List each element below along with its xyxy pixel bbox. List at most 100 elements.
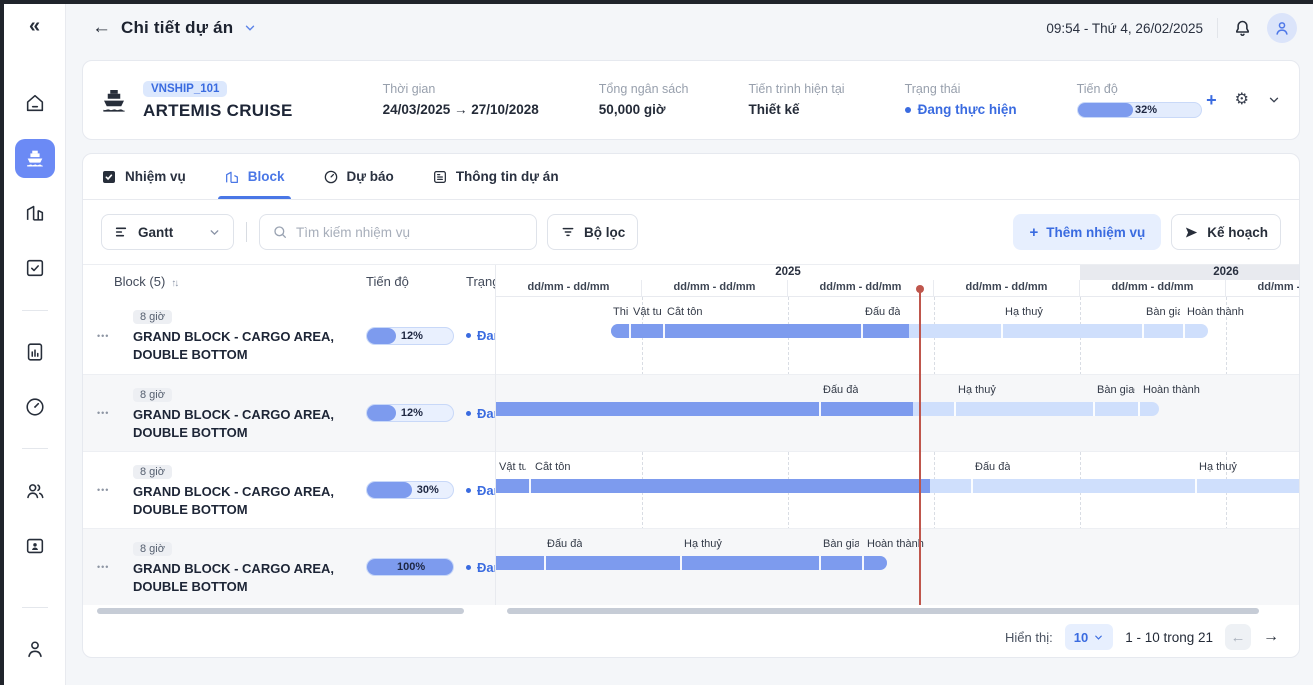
building-icon bbox=[224, 169, 240, 185]
gantt-bar-fill bbox=[496, 556, 887, 570]
gantt-bar[interactable] bbox=[611, 324, 1208, 338]
timeline-years: 2025 2026 bbox=[496, 265, 1299, 280]
year-label: 2025 bbox=[496, 266, 1080, 278]
tasks-panel: Nhiệm vụ Block Dự báo Thông tin dự án bbox=[82, 153, 1300, 658]
sidebar-item-factory[interactable] bbox=[15, 194, 55, 233]
add-icon[interactable]: + bbox=[1206, 91, 1217, 109]
gantt-bar[interactable] bbox=[496, 402, 1159, 416]
plan-button[interactable]: Kế hoạch bbox=[1171, 214, 1281, 250]
gantt-bar-fill bbox=[496, 479, 930, 493]
sort-icon[interactable]: ↑↓ bbox=[171, 278, 177, 289]
sidebar-item-profile[interactable] bbox=[15, 630, 55, 669]
gantt-bar[interactable] bbox=[496, 479, 1299, 493]
hours-badge: 8 giờ bbox=[133, 310, 172, 324]
row-status: Đang thực hiện bbox=[466, 328, 495, 343]
project-progress-bar: 32% bbox=[1077, 102, 1202, 118]
table-row[interactable]: •••8 giờGRAND BLOCK - CARGO AREA, DOUBLE… bbox=[83, 451, 495, 528]
period-cell: dd/mm - dd/mm bbox=[1226, 280, 1299, 297]
gantt-view-icon bbox=[114, 224, 130, 240]
phase-label: Bàn giao bbox=[823, 538, 859, 550]
phase-label: Bàn giao bbox=[1097, 384, 1135, 396]
gantt-grid: Block (5)↑↓ Tiến độ Trạng thái •••8 giờG… bbox=[83, 264, 1299, 605]
card-chevron-down-icon[interactable] bbox=[1267, 93, 1281, 107]
topbar-divider bbox=[1217, 18, 1218, 38]
row-menu-icon[interactable]: ••• bbox=[97, 408, 133, 418]
phase-label: Cắt tôn bbox=[535, 461, 570, 473]
bell-icon[interactable] bbox=[1232, 18, 1253, 39]
gantt-bar[interactable] bbox=[496, 556, 887, 570]
gear-icon[interactable]: ⚙ bbox=[1235, 92, 1249, 108]
sidebar-divider bbox=[22, 607, 48, 608]
title-chevron-down-icon[interactable] bbox=[243, 21, 257, 35]
add-task-label: Thêm nhiệm vụ bbox=[1046, 225, 1145, 240]
tab-block[interactable]: Block bbox=[224, 154, 285, 199]
ship-icon bbox=[99, 85, 129, 115]
status-dot bbox=[905, 107, 911, 113]
project-progress-text: 32% bbox=[1135, 104, 1157, 116]
check-square-filled-icon bbox=[101, 169, 117, 185]
table-row[interactable]: •••8 giờGRAND BLOCK - CARGO AREA, DOUBLE… bbox=[83, 374, 495, 451]
next-page-button[interactable]: → bbox=[1263, 628, 1279, 646]
sidebar: « bbox=[4, 4, 66, 685]
toolbar-divider bbox=[246, 222, 247, 242]
field-value: 24/03/2025 → 27/10/2028 bbox=[383, 102, 539, 117]
project-progress-fill bbox=[1078, 103, 1133, 117]
sidebar-item-home[interactable] bbox=[15, 84, 55, 123]
scrollbar-strip bbox=[83, 605, 1299, 617]
project-code-badge: VNSHIP_101 bbox=[143, 81, 227, 97]
column-header-block[interactable]: Block (5) bbox=[114, 274, 165, 289]
sidebar-item-reports[interactable] bbox=[15, 333, 55, 372]
field-phase: Tiến trình hiện tại Thiết kế bbox=[748, 82, 844, 118]
row-progress-fill bbox=[367, 482, 412, 498]
sidebar-item-team[interactable] bbox=[15, 471, 55, 510]
sidebar-item-contacts[interactable] bbox=[15, 526, 55, 565]
row-status: Đang thực hiện bbox=[466, 560, 495, 575]
row-progress-bar: 12% bbox=[366, 327, 454, 345]
row-menu-icon[interactable]: ••• bbox=[97, 562, 133, 572]
gantt-scrollbar[interactable] bbox=[507, 608, 1259, 614]
view-select[interactable]: Gantt bbox=[101, 214, 234, 250]
table-row[interactable]: •••8 giờGRAND BLOCK - CARGO AREA, DOUBLE… bbox=[83, 528, 495, 605]
page-size-select[interactable]: 10 bbox=[1065, 624, 1113, 650]
phase-label: Bàn giao bbox=[1146, 306, 1180, 318]
sidebar-item-projects[interactable] bbox=[15, 139, 55, 178]
table-row[interactable]: •••8 giờGRAND BLOCK - CARGO AREA, DOUBLE… bbox=[83, 297, 495, 374]
search-box[interactable] bbox=[259, 214, 537, 250]
tab-thong-tin[interactable]: Thông tin dự án bbox=[432, 154, 559, 199]
field-label: Trạng thái bbox=[905, 82, 1017, 96]
back-arrow-icon[interactable]: ← bbox=[92, 17, 111, 39]
phase-divider bbox=[1142, 324, 1144, 338]
phase-divider bbox=[819, 556, 821, 570]
avatar[interactable] bbox=[1267, 13, 1297, 43]
row-menu-icon[interactable]: ••• bbox=[97, 485, 133, 495]
sidebar-collapse-icon[interactable]: « bbox=[29, 16, 40, 36]
row-menu-icon[interactable]: ••• bbox=[97, 331, 133, 341]
table-scrollbar[interactable] bbox=[97, 608, 464, 614]
phase-divider bbox=[544, 556, 546, 570]
tab-nhiem-vu[interactable]: Nhiệm vụ bbox=[101, 154, 186, 199]
plan-label: Kế hoạch bbox=[1207, 225, 1268, 240]
period-cell: dd/mm - dd/mm bbox=[496, 280, 642, 297]
info-doc-icon bbox=[432, 169, 448, 185]
tab-bar: Nhiệm vụ Block Dự báo Thông tin dự án bbox=[83, 154, 1299, 200]
datetime-text: 09:54 - Thứ 4, 26/02/2025 bbox=[1046, 21, 1203, 36]
phase-label: Vật tư bbox=[499, 461, 526, 473]
table-header: Block (5)↑↓ Tiến độ Trạng thái bbox=[83, 265, 495, 297]
search-input[interactable] bbox=[296, 225, 524, 240]
phase-divider bbox=[971, 479, 973, 493]
prev-page-button[interactable]: ← bbox=[1225, 624, 1251, 650]
phase-divider bbox=[680, 556, 682, 570]
tab-du-bao[interactable]: Dự báo bbox=[323, 154, 394, 199]
phase-divider bbox=[861, 324, 863, 338]
field-progress: Tiến độ 32% bbox=[1077, 82, 1202, 118]
phase-label: Hoàn thành bbox=[867, 538, 924, 550]
filter-button[interactable]: Bộ lọc bbox=[547, 214, 638, 250]
period-cell: dd/mm - dd/mm bbox=[788, 280, 934, 297]
report-icon bbox=[24, 341, 46, 363]
sidebar-item-forecast[interactable] bbox=[15, 387, 55, 426]
add-task-button[interactable]: + Thêm nhiệm vụ bbox=[1013, 214, 1161, 250]
timeline-periods: dd/mm - dd/mmdd/mm - dd/mmdd/mm - dd/mmd… bbox=[496, 280, 1299, 297]
sidebar-item-tasks[interactable] bbox=[15, 249, 55, 288]
tab-label: Block bbox=[248, 169, 285, 184]
phase-label: Hạ thuỷ bbox=[958, 384, 996, 396]
